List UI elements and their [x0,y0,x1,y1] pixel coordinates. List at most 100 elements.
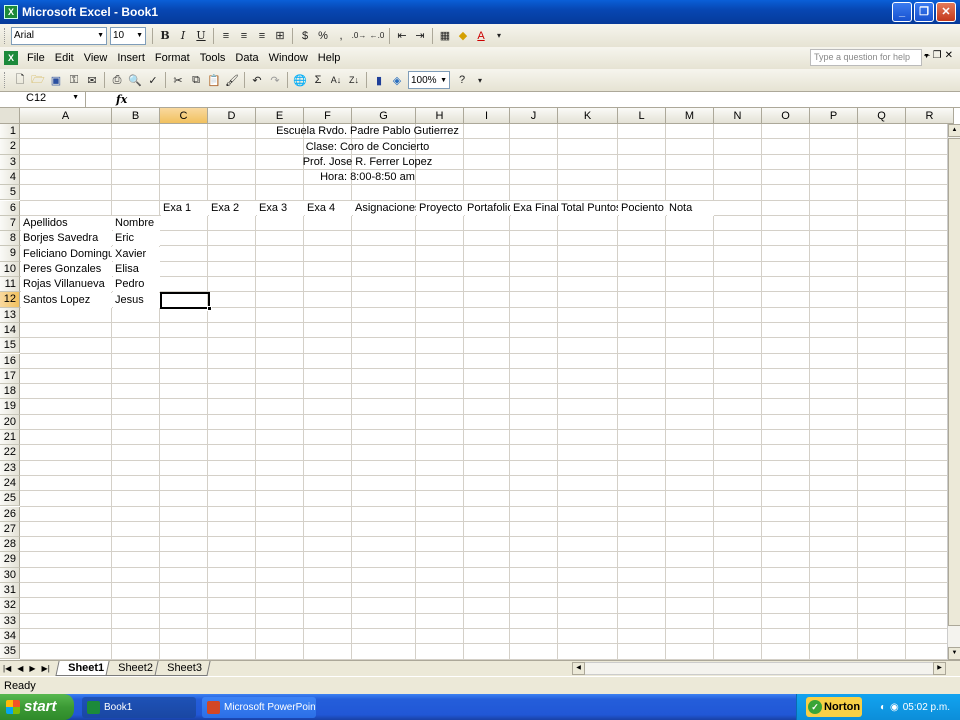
cell-apellidos[interactable]: Santos Lopez [21,292,112,308]
cell-nombre[interactable]: Xavier [113,246,160,262]
header-pociento[interactable]: Pociento [619,200,666,216]
menu-data[interactable]: Data [230,52,263,64]
cell-nombre[interactable]: Eric [113,231,160,247]
title-class[interactable]: Clase: Coro de Concierto [20,140,715,155]
undo-icon[interactable]: ↶ [249,71,265,89]
italic-button[interactable]: I [175,27,191,45]
taskbar-item-book1[interactable]: Book1 [82,697,196,718]
column-header[interactable]: O [762,108,810,124]
row-header[interactable]: 27 [0,521,20,538]
header-exa1[interactable]: Exa 1 [161,200,208,216]
percent-icon[interactable]: % [315,27,331,45]
zoom-select[interactable]: 100% ▼ [408,71,450,89]
horizontal-scrollbar[interactable]: ◀ ▶ [572,662,946,675]
header-apellidos[interactable]: Apellidos [21,216,112,231]
fill-color-icon[interactable]: ◆ [455,27,471,45]
minimize-button[interactable]: _ [892,2,912,22]
menu-format[interactable]: Format [150,52,195,64]
network-icon[interactable]: ◐ [880,702,886,713]
column-header[interactable]: M [666,108,714,124]
column-header[interactable]: G [352,108,416,124]
header-exa2[interactable]: Exa 2 [209,200,256,216]
header-proyecto[interactable]: Proyecto [417,200,464,216]
increase-indent-icon[interactable]: ⇥ [412,27,428,45]
menu-insert[interactable]: Insert [112,52,150,64]
tab-sheet2[interactable]: Sheet2 [105,661,162,676]
taskbar-item-powerpoint[interactable]: Microsoft PowerPoint ... [202,697,316,718]
row-header[interactable]: 33 [0,613,20,629]
row-header[interactable]: 21 [0,430,20,446]
active-cell-cursor[interactable] [160,291,212,311]
cell-apellidos[interactable]: Rojas Villanueva [21,277,112,293]
insert-function-icon[interactable]: fx [116,93,127,106]
fill-handle[interactable] [207,305,212,311]
row-header[interactable]: 31 [0,583,20,599]
currency-icon[interactable]: $ [297,27,313,45]
tab-sheet3[interactable]: Sheet3 [154,661,211,676]
copy-icon[interactable]: ⧉ [188,71,204,89]
row-header[interactable]: 19 [0,399,20,415]
row-header[interactable]: 12 [0,292,20,308]
spelling-icon[interactable]: ✓ [145,71,161,89]
row-header[interactable]: 18 [0,384,20,400]
row-header[interactable]: 3 [0,154,20,170]
header-nombre[interactable]: Nombre [113,216,160,231]
close-button[interactable]: ✕ [936,2,956,22]
row-header[interactable]: 5 [0,185,20,201]
row-header[interactable]: 7 [0,215,20,232]
header-exa4[interactable]: Exa 4 [305,200,352,216]
vertical-scrollbar[interactable]: ▲ ▼ [947,124,960,660]
cell-apellidos[interactable]: Borjes Savedra [21,231,112,247]
scroll-up-icon[interactable]: ▲ [948,124,960,137]
drawing-icon[interactable]: ◈ [389,71,405,89]
last-sheet-icon[interactable]: ▶| [39,664,53,673]
name-box[interactable]: C12 ▼ [0,92,86,107]
header-asignaciones[interactable]: Asignaciones [353,200,416,216]
format-painter-icon[interactable]: 🖌 [224,71,240,89]
scroll-left-icon[interactable]: ◀ [572,662,585,675]
column-header[interactable]: P [810,108,858,124]
column-header[interactable]: F [304,108,352,124]
row-header[interactable]: 17 [0,368,20,385]
column-header[interactable]: J [510,108,558,124]
column-header[interactable]: C [160,108,208,124]
first-sheet-icon[interactable]: |◀ [0,664,14,673]
help-question-input[interactable]: Type a question for help [810,49,922,66]
row-header[interactable]: 16 [0,353,20,369]
scroll-down-icon[interactable]: ▼ [948,647,960,660]
start-button[interactable]: start [0,694,74,720]
row-header[interactable]: 10 [0,261,20,277]
scroll-right-icon[interactable]: ▶ [933,662,946,675]
help-icon[interactable]: ? [454,71,470,89]
cell-nombre[interactable]: Pedro [113,277,160,293]
open-icon[interactable]: 🗁 [30,71,46,89]
row-header[interactable]: 30 [0,567,20,583]
header-exa-final[interactable]: Exa Final [511,200,558,216]
row-header[interactable]: 35 [0,644,20,660]
paste-icon[interactable]: 📋 [206,71,222,89]
increase-decimal-icon[interactable]: .0→ [351,27,367,45]
clock[interactable]: 05:02 p.m. [903,702,950,713]
decrease-indent-icon[interactable]: ⇤ [394,27,410,45]
header-portafolio[interactable]: Portafolio [465,200,510,216]
merge-center-icon[interactable]: ⊞ [272,27,288,45]
sort-ascending-icon[interactable]: A↓ [328,71,344,89]
row-header[interactable]: 32 [0,598,20,614]
sort-descending-icon[interactable]: Z↓ [346,71,362,89]
title-professor[interactable]: Prof. Jose R. Ferrer Lopez [20,155,715,170]
redo-icon[interactable]: ↷ [267,71,283,89]
new-icon[interactable]: 🗋 [12,71,28,89]
chart-wizard-icon[interactable]: ▮ [371,71,387,89]
worksheet-grid[interactable]: ABCDEFGHIJKLMNOPQR 1 2 3 4 5 6 7 8 9 10 11 12 13 14 15… [0,108,960,660]
row-header[interactable]: 34 [0,628,20,645]
document-window-controls[interactable]: –❐✕ [924,50,956,61]
print-preview-icon[interactable]: 🔍 [127,71,143,89]
column-header[interactable]: L [618,108,666,124]
row-header[interactable]: 2 [0,139,20,155]
toolbar-options-icon[interactable]: ▾ [491,27,507,45]
column-header[interactable]: B [112,108,160,124]
font-color-icon[interactable]: A [473,27,489,45]
cell-nombre[interactable]: Elisa [113,261,160,277]
row-header[interactable]: 14 [0,322,20,339]
volume-icon[interactable]: ◉ [890,702,899,713]
